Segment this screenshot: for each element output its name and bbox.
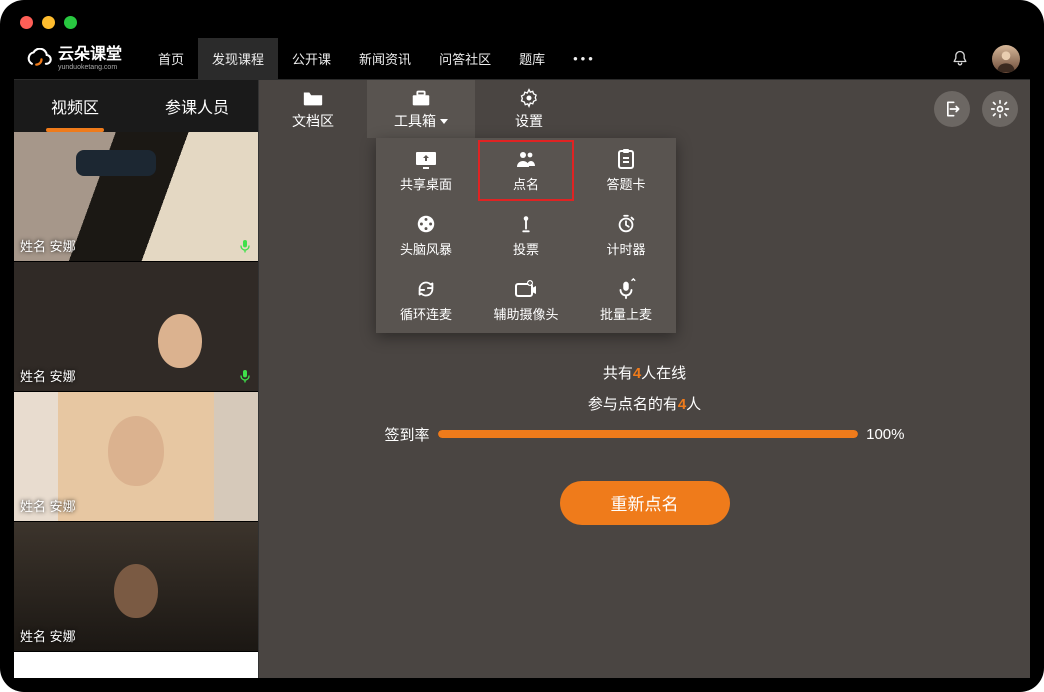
dd-answer-card[interactable]: 答题卡 — [576, 138, 676, 203]
minimize-window[interactable] — [42, 16, 55, 29]
dd-label: 点名 — [513, 174, 539, 193]
toolbar-tools[interactable]: 工具箱 — [367, 80, 475, 138]
exit-button[interactable] — [934, 91, 970, 127]
participant-name: 姓名 安娜 — [20, 626, 76, 645]
camera-tile[interactable]: 姓名 安娜 — [14, 262, 258, 392]
toolbar-label: 文档区 — [292, 111, 334, 131]
camera-tile[interactable]: 姓名 安娜 — [14, 522, 258, 652]
main-toolbar: 文档区 工具箱 设置 — [259, 80, 1030, 138]
toolbox-icon — [410, 88, 432, 108]
attend-count-line: 参与点名的有4人 — [588, 393, 701, 414]
rate-label: 签到率 — [385, 424, 430, 445]
dd-label: 头脑风暴 — [400, 239, 452, 258]
dd-brainstorm[interactable]: 头脑风暴 — [376, 203, 476, 268]
mic-icon[interactable] — [236, 367, 254, 385]
chevron-down-icon — [440, 119, 448, 124]
rollcall-again-button[interactable]: 重新点名 — [560, 481, 730, 525]
nav-more[interactable]: ••• — [559, 38, 610, 80]
left-panel: 视频区 参课人员 姓名 安娜 姓名 安娜 姓名 安娜 — [14, 80, 259, 678]
nav-news[interactable]: 新闻资讯 — [345, 38, 425, 80]
nav-items: 首页 发现课程 公开课 新闻资讯 问答社区 题库 ••• — [144, 38, 610, 80]
online-count-line: 共有4人在线 — [603, 362, 686, 383]
camera-tile[interactable]: 姓名 安娜 — [14, 392, 258, 522]
toolbar-documents[interactable]: 文档区 — [259, 80, 367, 138]
camera-plus-icon — [514, 278, 538, 300]
maximize-window[interactable] — [64, 16, 77, 29]
toolbar-label: 工具箱 — [394, 111, 448, 131]
people-icon — [514, 148, 538, 170]
gear-icon — [990, 99, 1010, 119]
camera-tile[interactable]: 姓名 安娜 — [14, 132, 258, 262]
toolbar-settings[interactable]: 设置 — [475, 80, 583, 138]
nav-qa[interactable]: 问答社区 — [425, 38, 505, 80]
participant-name: 姓名 安娜 — [20, 236, 76, 255]
dd-label: 答题卡 — [606, 174, 645, 193]
participant-name: 姓名 安娜 — [20, 366, 76, 385]
logo-subtitle: yunduoketang.com — [58, 64, 122, 71]
tab-video[interactable]: 视频区 — [14, 80, 136, 132]
progress-bar — [438, 430, 859, 438]
exit-icon — [942, 99, 962, 119]
nav-bank[interactable]: 题库 — [505, 38, 559, 80]
gear-icon — [518, 88, 540, 108]
nav-home[interactable]: 首页 — [144, 38, 198, 80]
dd-rotate-mic[interactable]: 循环连麦 — [376, 268, 476, 333]
rotate-icon — [414, 278, 438, 300]
nav-public[interactable]: 公开课 — [278, 38, 345, 80]
folder-icon — [302, 88, 324, 108]
nav-discover[interactable]: 发现课程 — [198, 38, 278, 80]
dd-aux-camera[interactable]: 辅助摄像头 — [476, 268, 576, 333]
logo[interactable]: 云朵课堂 yunduoketang.com — [24, 47, 144, 71]
dd-share-screen[interactable]: 共享桌面 — [376, 138, 476, 203]
progress-fill — [438, 430, 859, 438]
toolbar-label: 设置 — [515, 111, 543, 131]
dd-label: 投票 — [513, 239, 539, 258]
progress-row: 签到率 100% — [385, 424, 905, 445]
avatar[interactable] — [992, 45, 1020, 73]
tools-dropdown: 共享桌面 点名 答题卡 头脑风暴 投票 — [376, 138, 676, 333]
mic-icon[interactable] — [236, 237, 254, 255]
dd-bulk-mic[interactable]: 批量上麦 — [576, 268, 676, 333]
window-controls — [20, 16, 77, 29]
dd-label: 共享桌面 — [400, 174, 452, 193]
film-reel-icon — [414, 213, 438, 235]
video-list: 姓名 安娜 姓名 安娜 姓名 安娜 姓名 安娜 — [14, 132, 258, 678]
mic-up-icon — [614, 278, 638, 300]
participant-name: 姓名 安娜 — [20, 496, 76, 515]
vote-icon — [514, 213, 538, 235]
share-screen-icon — [414, 148, 438, 170]
dd-roll-call[interactable]: 点名 — [476, 138, 576, 203]
dd-label: 辅助摄像头 — [493, 304, 558, 323]
close-window[interactable] — [20, 16, 33, 29]
dd-timer[interactable]: 计时器 — [576, 203, 676, 268]
left-tabs: 视频区 参课人员 — [14, 80, 258, 132]
settings-button[interactable] — [982, 91, 1018, 127]
dd-label: 批量上麦 — [600, 304, 652, 323]
main-panel: 文档区 工具箱 设置 — [259, 80, 1030, 678]
bell-icon[interactable] — [946, 45, 974, 73]
cloud-icon — [24, 48, 52, 70]
logo-title: 云朵课堂 — [58, 47, 122, 63]
top-nav: 云朵课堂 yunduoketang.com 首页 发现课程 公开课 新闻资讯 问… — [14, 38, 1030, 80]
tab-participants[interactable]: 参课人员 — [136, 80, 258, 132]
app-window: 云朵课堂 yunduoketang.com 首页 发现课程 公开课 新闻资讯 问… — [0, 0, 1044, 692]
dd-label: 计时器 — [606, 239, 645, 258]
rate-pct: 100% — [866, 426, 904, 443]
dd-vote[interactable]: 投票 — [476, 203, 576, 268]
clipboard-icon — [614, 148, 638, 170]
dd-label: 循环连麦 — [400, 304, 452, 323]
camera-tile-empty — [14, 652, 258, 678]
timer-icon — [614, 213, 638, 235]
